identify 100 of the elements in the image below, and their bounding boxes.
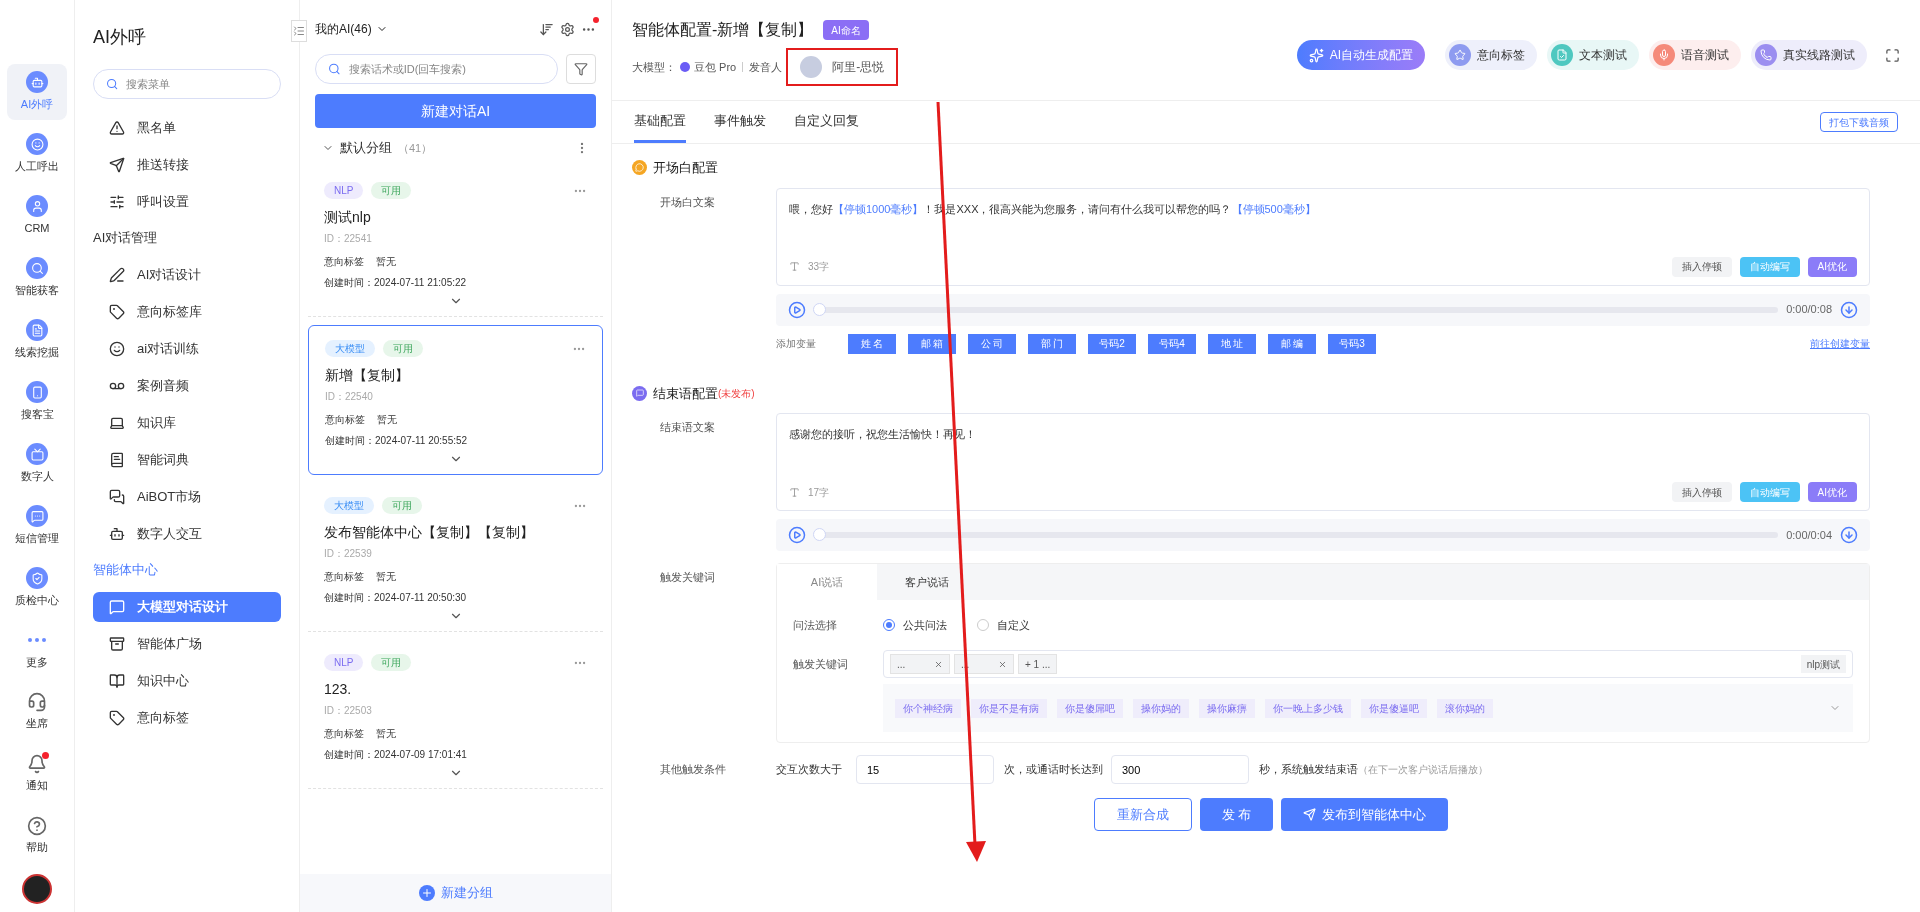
- suggestion-chip[interactable]: 操你妈的: [1133, 698, 1189, 718]
- count-input[interactable]: 15: [856, 755, 994, 784]
- search-input[interactable]: 搜索话术或ID(回车搜索): [348, 60, 545, 78]
- tab[interactable]: 客户说话: [877, 564, 977, 600]
- variable-chip[interactable]: 公 司: [968, 333, 1016, 354]
- toolbar-button[interactable]: 语音测试: [1649, 40, 1741, 70]
- ai-card[interactable]: 大模型 可用 新增【复制】 ID：22540 意向标签 暂无 创建时间：2024-07-11 20:55:52: [308, 325, 603, 475]
- rail-item[interactable]: 线索挖掘: [7, 312, 67, 368]
- progress-thumb[interactable]: [813, 528, 826, 541]
- download-icon[interactable]: [1840, 526, 1858, 544]
- new-ai-button[interactable]: 新建对话AI: [315, 94, 596, 128]
- audio-player[interactable]: 0:00/0:08: [776, 293, 1870, 326]
- list-title-dropdown[interactable]: 我的AI(46): [315, 20, 388, 38]
- audio-player[interactable]: 0:00/0:04: [776, 519, 1870, 551]
- filter-button[interactable]: [566, 54, 596, 84]
- variable-chip[interactable]: 号码3: [1328, 333, 1376, 354]
- speaker-highlight[interactable]: 阿里-思悦: [786, 48, 899, 86]
- menu-item[interactable]: 大模型对话设计: [93, 591, 281, 622]
- menu-item[interactable]: 意向标签库: [93, 296, 281, 327]
- suggestion-chip[interactable]: 你个神经病: [895, 698, 961, 718]
- rail-item[interactable]: 更多: [7, 622, 67, 678]
- menu-item[interactable]: 知识中心: [93, 665, 281, 696]
- variable-chip[interactable]: 邮 编: [1268, 333, 1316, 354]
- section-heading: 开场白配置: [653, 159, 718, 177]
- rail-item[interactable]: CRM: [7, 188, 67, 244]
- tab[interactable]: AI说话: [777, 564, 877, 600]
- menu-item[interactable]: AI对话设计: [93, 259, 281, 290]
- field-value: 2024-07-09 17:01:41: [374, 748, 467, 762]
- toolbar-button[interactable]: 真实线路测试: [1751, 40, 1867, 70]
- rail-item[interactable]: 坐席: [7, 684, 67, 740]
- tab[interactable]: 自定义回复: [794, 101, 859, 143]
- menu-item[interactable]: ai对话训练: [93, 333, 281, 364]
- suggestion-chip[interactable]: 操你麻痹: [1199, 698, 1255, 718]
- rail-item[interactable]: 智能获客: [7, 250, 67, 306]
- menu-item[interactable]: AiBOT市场: [93, 481, 281, 512]
- nlp-test-button[interactable]: nlp测试: [1800, 655, 1846, 673]
- action-button[interactable]: 发 布: [1199, 798, 1274, 831]
- download-audio-button[interactable]: 打包下载音频: [1820, 112, 1898, 132]
- editor-button[interactable]: 插入停顿: [1671, 482, 1732, 502]
- suggestion-chip[interactable]: 你一晚上多少钱: [1265, 698, 1351, 718]
- settings-icon[interactable]: [560, 21, 575, 37]
- card-id: ID：22539: [324, 547, 373, 561]
- menu-item[interactable]: 呼叫设置: [93, 186, 281, 217]
- seconds-input[interactable]: 300: [1111, 755, 1249, 784]
- toolbar-button[interactable]: 文本测试: [1547, 40, 1639, 70]
- menu-item[interactable]: 智能体广场: [93, 628, 281, 659]
- rail-item[interactable]: 人工呼出: [7, 126, 67, 182]
- menu-item[interactable]: 智能词典: [93, 444, 281, 475]
- collapse-toggle-icon[interactable]: [291, 20, 307, 42]
- menu-item[interactable]: 案例音频: [93, 370, 281, 401]
- play-icon[interactable]: [788, 300, 806, 319]
- rail-item[interactable]: 质检中心: [7, 560, 67, 616]
- variable-chip[interactable]: 姓 名: [848, 333, 896, 354]
- keyword-field[interactable]: ... ... + 1 ... nlp测试: [883, 650, 1853, 678]
- suggestion-chip[interactable]: 滚你妈的: [1437, 698, 1493, 718]
- menu-item[interactable]: 推送转接: [93, 149, 281, 180]
- rail-item[interactable]: 短信管理: [7, 498, 67, 554]
- menu-item[interactable]: 数字人交互: [93, 518, 281, 549]
- ai-card[interactable]: NLP 可用 测试nlp ID：22541 意向标签 暂无 创建时间：2024-07-11 21:05:22: [308, 168, 603, 317]
- menu-item[interactable]: 知识库: [93, 407, 281, 438]
- variable-chip[interactable]: 部 门: [1028, 333, 1076, 354]
- search-input[interactable]: 搜索菜单: [126, 75, 268, 93]
- variable-chip[interactable]: 号码4: [1148, 333, 1196, 354]
- suggestion-chip[interactable]: 你是傻逼吧: [1361, 698, 1427, 718]
- create-variable-link[interactable]: 前往创建变量: [1810, 336, 1870, 351]
- suggestion-chip[interactable]: 你是不是有病: [971, 698, 1047, 718]
- char-count: 17字: [808, 485, 830, 500]
- toolbar-button[interactable]: 意向标签: [1445, 40, 1537, 70]
- action-button[interactable]: 发布到智能体中心: [1281, 798, 1449, 831]
- download-icon[interactable]: [1840, 300, 1858, 319]
- bell-icon: [27, 754, 47, 775]
- avatar-icon[interactable]: [22, 874, 52, 904]
- rail-item[interactable]: 帮助: [7, 808, 67, 864]
- rail-item[interactable]: AI外呼: [7, 64, 67, 120]
- chat-icon: [109, 598, 125, 615]
- menu-item[interactable]: 意向标签: [93, 702, 281, 733]
- close-icon[interactable]: [998, 659, 1007, 669]
- tab[interactable]: 事件触发: [714, 101, 766, 143]
- editor-button[interactable]: 插入停顿: [1671, 256, 1732, 277]
- rail-item[interactable]: 数字人: [7, 436, 67, 492]
- variable-chip[interactable]: 地 址: [1208, 333, 1256, 354]
- close-icon[interactable]: [934, 659, 943, 669]
- type-tag: 大模型: [325, 340, 375, 357]
- sort-icon[interactable]: [539, 21, 554, 37]
- ai-card[interactable]: NLP 可用 123. ID：22503 意向标签 暂无 创建时间：2024-07-09 17:01:41: [308, 640, 603, 789]
- progress-thumb[interactable]: [813, 302, 826, 316]
- suggestion-chip[interactable]: 你是傻屌吧: [1057, 698, 1123, 718]
- menu-item[interactable]: 黑名单: [93, 112, 281, 143]
- radio-label: 自定义: [997, 617, 1030, 633]
- rail-item[interactable]: 搜客宝: [7, 374, 67, 430]
- ai-card[interactable]: 大模型 可用 发布智能体中心【复制】【复制】 ID：22539 意向标签 暂无 创建时间：2024-07-11 20:50:30: [308, 483, 603, 632]
- fullscreen-icon[interactable]: [1885, 47, 1900, 63]
- tab[interactable]: 基础配置: [634, 101, 686, 143]
- action-button[interactable]: 重新合成: [1093, 798, 1192, 831]
- variable-chip[interactable]: 邮 箱: [908, 333, 956, 354]
- ai-name-badge[interactable]: AI命名: [823, 20, 869, 40]
- variable-chip[interactable]: 号码2: [1088, 333, 1136, 354]
- play-icon[interactable]: [788, 526, 806, 544]
- new-group-button[interactable]: 新建分组: [300, 874, 611, 912]
- rail-item[interactable]: 通知: [7, 746, 67, 802]
